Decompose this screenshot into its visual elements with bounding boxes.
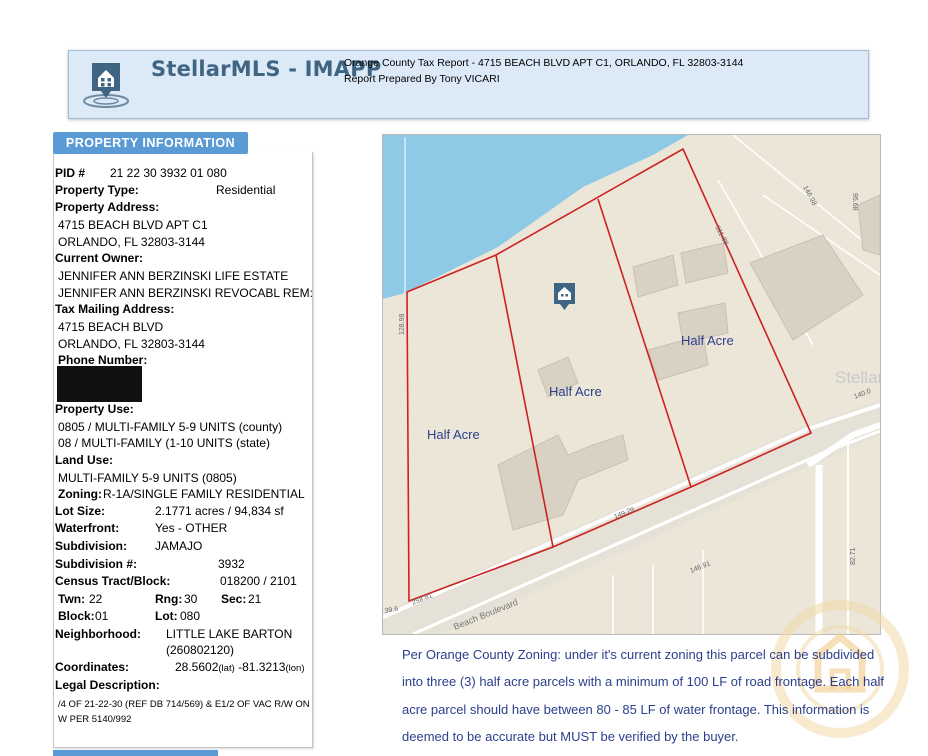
- property-use-line1: 0805 / MULTI-FAMILY 5-9 UNITS (county): [58, 420, 283, 434]
- coordinates-value: 28.5602(lat) -81.3213(lon): [175, 660, 305, 676]
- mailing-line2: ORLANDO, FL 32803-3144: [58, 337, 205, 351]
- zoning-note-line1: Per Orange County Zoning: under it's cur…: [402, 647, 875, 662]
- dimension-top-right: 95.68: [851, 193, 858, 211]
- longitude-value: -81.3213: [238, 660, 286, 674]
- sec-label: Sec:: [221, 592, 247, 606]
- rng-label: Rng:: [155, 592, 183, 606]
- twn-label: Twn:: [58, 592, 86, 606]
- parcel-label-1: Half Acre: [427, 427, 480, 442]
- parcel-map[interactable]: Half Acre Half Acre Half Acre StellarMLS…: [382, 134, 881, 635]
- latitude-unit: (lat): [218, 663, 235, 674]
- owner-line2: JENNIFER ANN BERZINSKI REVOCABL REM:: [58, 286, 313, 300]
- rng-value: 30: [184, 592, 198, 606]
- neighborhood-label: Neighborhood:: [55, 627, 141, 641]
- zoning-value: R-1A/SINGLE FAMILY RESIDENTIAL: [103, 487, 305, 501]
- parcel-label-3: Half Acre: [681, 333, 734, 348]
- prepared-by: Report Prepared By Tony VICARI: [344, 73, 500, 85]
- census-value: 018200 / 2101: [220, 574, 297, 588]
- pid-value: 21 22 30 3932 01 080: [110, 166, 227, 180]
- sec-value: 21: [248, 592, 262, 606]
- property-use-line2: 08 / MULTI-FAMILY (1-10 UNITS (state): [58, 436, 271, 450]
- neighborhood-line1: LITTLE LAKE BARTON: [166, 627, 293, 641]
- property-address-line2: ORLANDO, FL 32803-3144: [58, 235, 205, 249]
- waterfront-label: Waterfront:: [55, 521, 120, 535]
- redacted-phone-block: [57, 366, 142, 402]
- zoning-note-line3: acre parcel should have between 80 - 85 …: [402, 702, 870, 717]
- property-type-label: Property Type:: [55, 183, 139, 197]
- land-use-label: Land Use:: [55, 453, 114, 467]
- legal-line1: /4 OF 21-22-30 (REF DB 714/569) & E1/2 O…: [58, 699, 310, 710]
- lot-size-value: 2.1771 acres / 94,834 sf: [155, 504, 284, 518]
- report-header: StellarMLS - IMAPP Orange County Tax Rep…: [68, 50, 869, 119]
- census-label: Census Tract/Block:: [55, 574, 171, 588]
- property-type-value: Residential: [216, 183, 276, 197]
- next-section-tab: [53, 750, 218, 756]
- longitude-unit: (lon): [285, 663, 305, 674]
- phone-label: Phone Number:: [58, 353, 148, 367]
- pid-label: PID #: [55, 166, 86, 180]
- dimension-vertical: 82.71: [850, 547, 857, 565]
- zoning-label: Zoning:: [58, 487, 102, 501]
- legal-description-label: Legal Description:: [55, 678, 160, 692]
- lot-value: 080: [180, 609, 201, 623]
- zoning-note-line4: deemed to be accurate but MUST be verifi…: [402, 729, 739, 744]
- block-value: 01: [95, 609, 109, 623]
- parcel-label-2: Half Acre: [549, 384, 602, 399]
- property-address-line1: 4715 BEACH BLVD APT C1: [58, 218, 208, 232]
- property-address-label: Property Address:: [55, 200, 160, 214]
- dimension-left: 128.98: [399, 313, 406, 335]
- subdivision-label: Subdivision:: [55, 539, 127, 553]
- coordinates-label: Coordinates:: [55, 660, 130, 674]
- mailing-line1: 4715 BEACH BLVD: [58, 320, 164, 334]
- owner-line1: JENNIFER ANN BERZINSKI LIFE ESTATE: [58, 269, 289, 283]
- land-use-value: MULTI-FAMILY 5-9 UNITS (0805): [58, 471, 237, 485]
- block-label: Block:: [58, 609, 95, 623]
- latitude-value: 28.5602: [175, 660, 219, 674]
- neighborhood-line2: (260802120): [166, 643, 235, 657]
- subdivision-number-label: Subdivision #:: [55, 557, 138, 571]
- report-title: Orange County Tax Report - 4715 BEACH BL…: [344, 57, 744, 69]
- lot-label: Lot:: [155, 609, 178, 623]
- mailing-address-label: Tax Mailing Address:: [55, 302, 175, 316]
- parcel-map-svg: Half Acre Half Acre Half Acre StellarMLS…: [383, 135, 880, 634]
- property-use-label: Property Use:: [55, 402, 134, 416]
- waterfront-value: Yes - OTHER: [155, 521, 228, 535]
- stellarmls-logo-icon: [79, 57, 133, 111]
- lot-size-label: Lot Size:: [55, 504, 105, 518]
- subdivision-number-value: 3932: [218, 557, 245, 571]
- current-owner-label: Current Owner:: [55, 251, 144, 265]
- twn-value: 22: [89, 592, 103, 606]
- subdivision-value: JAMAJO: [155, 539, 203, 553]
- property-info-tab: PROPERTY INFORMATION: [53, 132, 248, 154]
- zoning-note-line2: into three (3) half acre parcels with a …: [402, 674, 884, 689]
- legal-line2: W PER 5140/992: [58, 714, 132, 725]
- stellarmls-watermark: StellarMLS: [835, 368, 880, 387]
